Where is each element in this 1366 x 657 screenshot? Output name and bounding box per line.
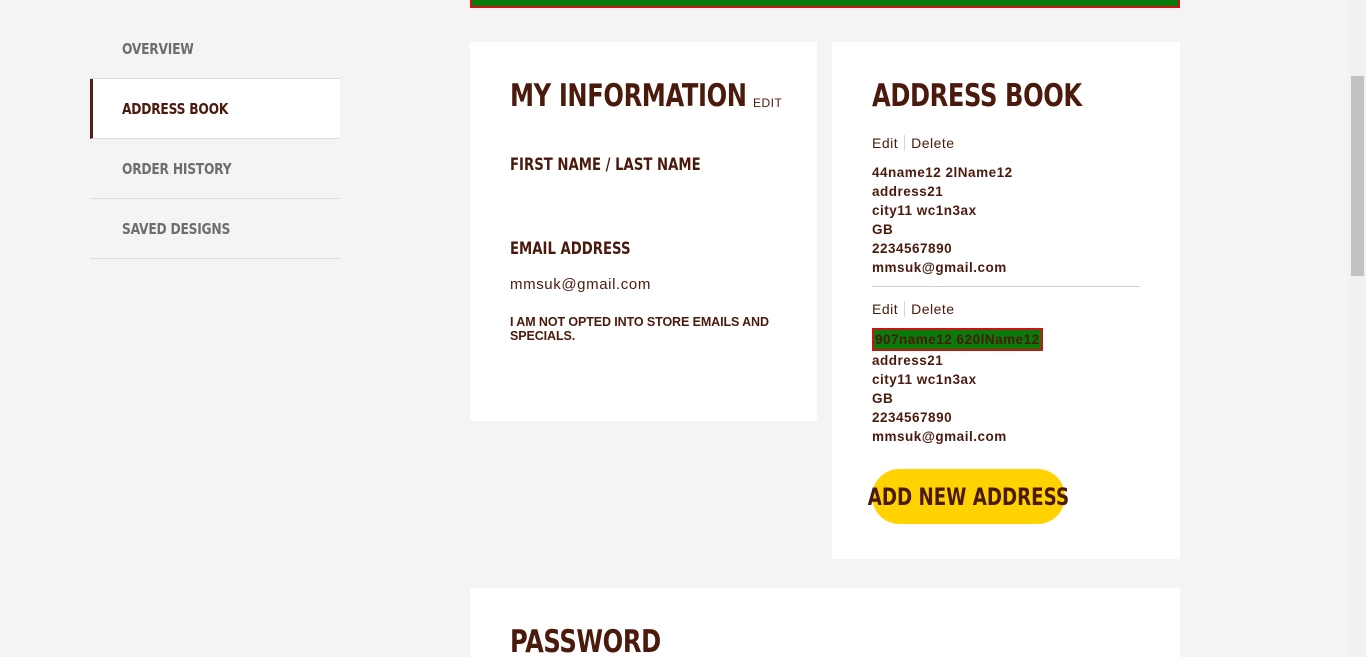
address-street: address21	[872, 184, 944, 199]
edit-information-link[interactable]: EDIT	[753, 96, 782, 110]
address-street: address21	[872, 353, 944, 368]
address-email: mmsuk@gmail.com	[872, 429, 1007, 444]
sidebar-item-address-book[interactable]: ADDRESS BOOK	[90, 79, 340, 139]
edit-address-button[interactable]: Edit	[872, 135, 906, 151]
account-sidebar: OVERVIEW ADDRESS BOOK ORDER HISTORY SAVE…	[90, 19, 340, 259]
address-country: GB	[872, 222, 894, 237]
email-value: mmsuk@gmail.com	[510, 276, 651, 293]
sidebar-item-label: OVERVIEW	[122, 39, 194, 58]
add-new-address-button[interactable]: ADD NEW ADDRESS	[868, 469, 1069, 524]
delete-address-button[interactable]: Delete	[905, 135, 954, 151]
sidebar-item-label: ORDER HISTORY	[122, 159, 232, 178]
address-actions: Edit Delete	[872, 301, 955, 317]
page-scrollbar[interactable]	[1349, 0, 1366, 657]
top-highlight-bar	[470, 0, 1180, 8]
address-phone: 2234567890	[872, 410, 953, 425]
address-city-postcode: city11 wc1n3ax	[872, 372, 977, 387]
email-opt-status: I AM NOT OPTED INTO STORE EMAILS AND SPE…	[510, 315, 769, 343]
edit-address-button[interactable]: Edit	[872, 301, 906, 317]
address-entry: 907name12 620lName12 address21 city11 wc…	[872, 328, 1043, 446]
address-phone: 2234567890	[872, 241, 953, 256]
address-entry: 44name12 2lName12 address21 city11 wc1n3…	[872, 163, 1013, 277]
address-actions: Edit Delete	[872, 135, 955, 151]
name-label: FIRST NAME / LAST NAME	[510, 155, 701, 175]
my-information-title: MY INFORMATION	[510, 78, 747, 114]
address-city-postcode: city11 wc1n3ax	[872, 203, 977, 218]
email-label: EMAIL ADDRESS	[510, 239, 631, 259]
sidebar-item-order-history[interactable]: ORDER HISTORY	[90, 139, 340, 199]
address-divider	[872, 286, 1140, 287]
sidebar-item-saved-designs[interactable]: SAVED DESIGNS	[90, 199, 340, 259]
address-country: GB	[872, 391, 894, 406]
scrollbar-thumb[interactable]	[1351, 76, 1364, 276]
password-title: PASSWORD	[510, 624, 661, 657]
address-name-highlighted: 907name12 620lName12	[872, 328, 1043, 351]
delete-address-button[interactable]: Delete	[905, 301, 954, 317]
sidebar-item-label: SAVED DESIGNS	[122, 219, 231, 238]
add-new-address-label: ADD NEW ADDRESS	[867, 482, 1070, 511]
password-card: PASSWORD	[470, 588, 1180, 657]
address-book-title: ADDRESS BOOK	[872, 78, 1082, 114]
sidebar-item-label: ADDRESS BOOK	[122, 99, 229, 118]
sidebar-item-overview[interactable]: OVERVIEW	[90, 19, 340, 79]
address-name: 44name12 2lName12	[872, 165, 1013, 180]
address-email: mmsuk@gmail.com	[872, 260, 1007, 275]
